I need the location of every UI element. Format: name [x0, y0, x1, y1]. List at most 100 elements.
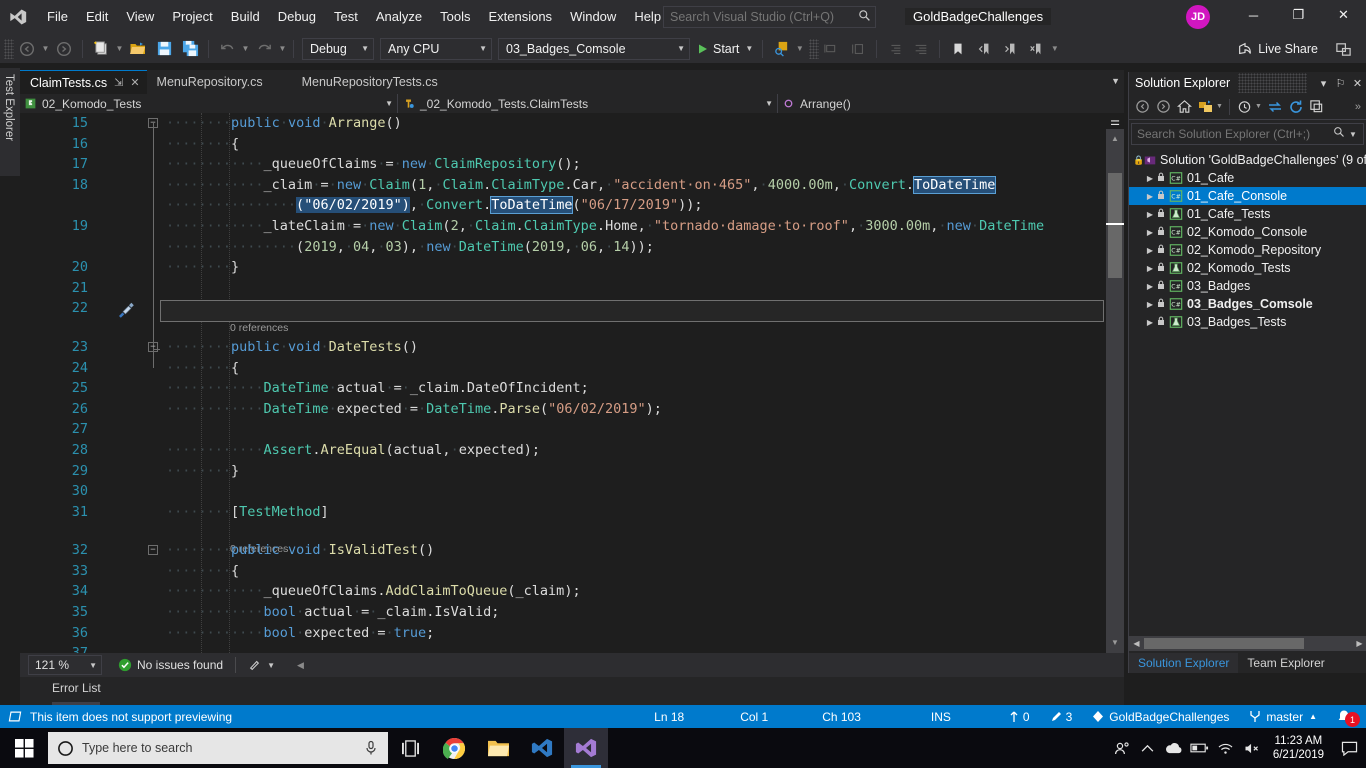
code-line[interactable]: 24 ········{ — [20, 358, 1106, 379]
chevron-up-icon[interactable] — [1135, 744, 1161, 753]
pin-icon[interactable]: ⇲ — [114, 76, 123, 89]
redo-icon[interactable] — [252, 37, 276, 61]
code-line[interactable]: 16 ········{ — [20, 134, 1106, 155]
tab-claimtests[interactable]: ClaimTests.cs ⇲ ✕ — [20, 70, 147, 94]
code-line[interactable]: 33 ········{ — [20, 561, 1106, 582]
quick-actions-screwdriver-icon[interactable] — [116, 301, 138, 321]
live-share-button[interactable]: Live Share — [1237, 38, 1318, 60]
expand-chevron-icon[interactable]: ▶ — [1143, 246, 1157, 255]
status-notifications[interactable]: 1 — [1327, 706, 1366, 727]
code-line[interactable]: 36 ············bool·expected·=·true; — [20, 623, 1106, 644]
scroll-left-icon[interactable]: ◀ — [1129, 639, 1144, 648]
toolbar-overflow-icon[interactable]: » — [1355, 101, 1366, 113]
back-icon[interactable] — [1132, 96, 1153, 118]
menu-extensions[interactable]: Extensions — [479, 5, 561, 29]
expand-chevron-icon[interactable]: ▶ — [1143, 192, 1157, 201]
quick-search-box[interactable] — [663, 6, 876, 28]
code-line[interactable]: 17 ············_queueOfClaims·=·new·Claim… — [20, 154, 1106, 175]
expand-chevron-icon[interactable]: ▶ — [1143, 228, 1157, 237]
solution-tree-item[interactable]: ▶ C# 03_Badges_Comsole — [1129, 295, 1366, 313]
undo-dropdown[interactable]: ▼ — [240, 37, 251, 61]
attach-dropdown-icon[interactable]: ▼ — [794, 37, 805, 61]
collapse-toggle-icon[interactable]: − — [148, 341, 158, 352]
action-center-icon[interactable] — [1332, 741, 1366, 756]
scroll-left-icon[interactable]: ◀ — [297, 660, 304, 671]
tab-team-explorer[interactable]: Team Explorer — [1238, 653, 1333, 673]
navigate-forward-icon[interactable] — [52, 37, 76, 61]
battery-icon[interactable] — [1187, 742, 1213, 754]
issues-indicator[interactable]: No issues found — [118, 658, 223, 672]
filter-dropdown-icon[interactable]: ▼ — [1255, 103, 1264, 110]
start-button-icon[interactable] — [0, 728, 48, 768]
panel-drag-grip[interactable] — [1238, 73, 1307, 93]
code-line[interactable]: 31 ········[TestMethod] — [20, 502, 1106, 523]
previous-bookmark-icon[interactable] — [972, 37, 996, 61]
save-icon[interactable] — [152, 37, 176, 61]
save-all-icon[interactable] — [178, 37, 202, 61]
next-bookmark-icon[interactable] — [998, 37, 1022, 61]
code-line[interactable]: 30 — [20, 481, 1106, 502]
editor-vertical-scrollbar[interactable]: ⚌ ▲ ▼ — [1106, 113, 1124, 653]
feedback-icon[interactable] — [1332, 38, 1354, 60]
test-explorer-dock-tab[interactable]: Test Explorer — [0, 68, 20, 176]
navigate-backward-icon[interactable] — [15, 37, 39, 61]
solution-tree-item[interactable]: ▶ C# 02_Komodo_Repository — [1129, 241, 1366, 259]
toolbar-grip-2[interactable] — [809, 38, 820, 59]
pending-changes-filter-icon[interactable] — [1234, 96, 1255, 118]
task-view-icon[interactable] — [388, 728, 432, 768]
close-icon[interactable]: ✕ — [130, 76, 139, 89]
code-line[interactable]: 35 ············bool·actual·=·_claim.IsVal… — [20, 602, 1106, 623]
search-options-dropdown-icon[interactable]: ▼ — [1349, 130, 1363, 139]
menu-window[interactable]: Window — [561, 5, 625, 29]
window-minimize-button[interactable]: ─ — [1231, 0, 1276, 30]
search-input[interactable] — [664, 10, 853, 24]
people-icon[interactable] — [1109, 741, 1135, 756]
refresh-icon[interactable] — [1285, 96, 1306, 118]
tab-overflow-icon[interactable]: ▼ — [1111, 76, 1120, 86]
redo-dropdown[interactable]: ▼ — [277, 37, 288, 61]
code-line[interactable]: 21 — [20, 278, 1106, 299]
status-outgoing-commits[interactable]: 0 — [961, 710, 1040, 724]
chrome-icon[interactable] — [432, 728, 476, 768]
status-pending-changes[interactable]: 3 — [1040, 710, 1083, 724]
panel-menu-icon[interactable]: ▾ — [1315, 77, 1332, 90]
code-editor[interactable]: 15− ········public·void·Arrange() 16 ······… — [20, 113, 1124, 653]
navbar-member-combo[interactable]: Arrange() — [778, 94, 1124, 113]
scroll-down-icon[interactable]: ▼ — [1106, 635, 1124, 651]
code-line[interactable]: 15 − ········public·void·Arrange() — [20, 113, 1106, 134]
issue-filter-button[interactable]: ▼ — [248, 658, 275, 672]
toggle-bookmark-icon[interactable] — [946, 37, 970, 61]
scroll-up-icon[interactable]: ▲ — [1106, 131, 1124, 147]
code-line[interactable]: 32 − ········public·void·IsValidTest() — [20, 540, 1106, 561]
tab-solution-explorer[interactable]: Solution Explorer — [1129, 653, 1239, 673]
expand-chevron-icon[interactable]: ▶ — [1143, 210, 1157, 219]
code-line[interactable]: ················(2019,·04,·03),·new·Date… — [20, 237, 1106, 258]
menu-debug[interactable]: Debug — [269, 5, 325, 29]
solution-tree-item[interactable]: ▶ C# 01_Cafe — [1129, 169, 1366, 187]
visual-studio-icon[interactable] — [564, 728, 608, 768]
solution-views-icon[interactable] — [1195, 96, 1216, 118]
expand-chevron-icon[interactable]: ▶ — [1143, 174, 1157, 183]
solution-tree-item[interactable]: ▶ C# 03_Badges — [1129, 277, 1366, 295]
toolbar-overflow-icon[interactable]: ▼ — [1049, 37, 1060, 61]
microphone-icon[interactable] — [354, 740, 388, 756]
menu-edit[interactable]: Edit — [77, 5, 117, 29]
menu-build[interactable]: Build — [222, 5, 269, 29]
undo-icon[interactable] — [215, 37, 239, 61]
expand-chevron-icon[interactable]: ▶ — [1143, 318, 1157, 327]
solution-tree[interactable]: 🔒 Solution 'GoldBadgeChallenges' (9 of ▶… — [1129, 151, 1366, 631]
solution-tree-item[interactable]: ▶ 02_Komodo_Tests — [1129, 259, 1366, 277]
code-line[interactable]: ················("06/02/2019"),·Convert.… — [20, 195, 1106, 216]
home-icon[interactable] — [1174, 96, 1195, 118]
code-text-area[interactable]: 15− ········public·void·Arrange() 16 ······… — [20, 113, 1106, 653]
tab-menurepositorytests[interactable]: MenuRepositoryTests.cs — [292, 70, 445, 94]
menu-project[interactable]: Project — [163, 5, 221, 29]
clear-bookmarks-icon[interactable] — [1024, 37, 1048, 61]
new-project-icon[interactable] — [89, 37, 113, 61]
taskbar-clock[interactable]: 11:23 AM 6/21/2019 — [1265, 734, 1332, 762]
window-restore-button[interactable]: ❐ — [1276, 0, 1321, 30]
wifi-icon[interactable] — [1213, 742, 1239, 755]
code-line[interactable]: 23 − ········public·void·DateTests() — [20, 337, 1106, 358]
vscode-icon[interactable] — [520, 728, 564, 768]
code-line[interactable]: 27 — [20, 419, 1106, 440]
